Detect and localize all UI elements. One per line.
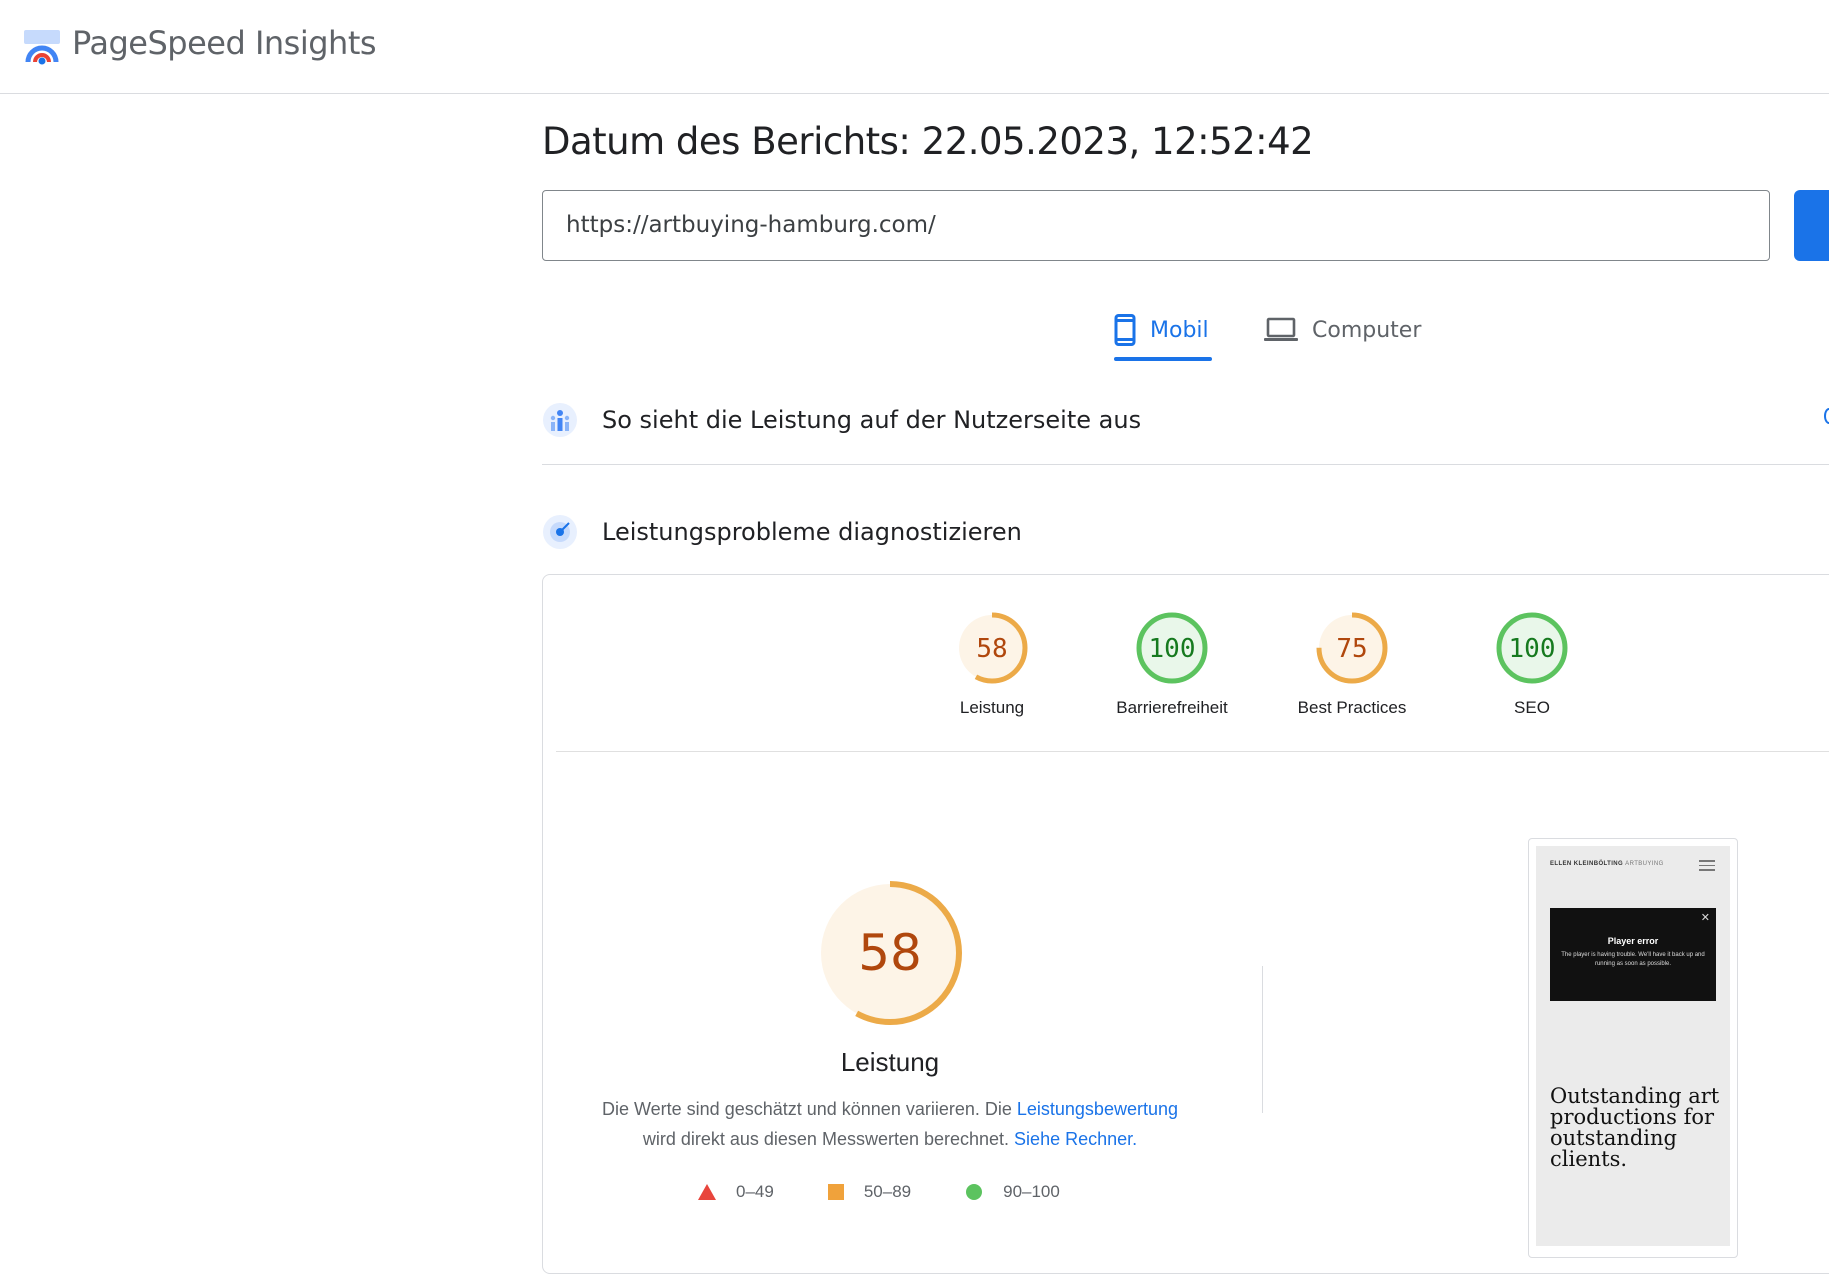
tab-computer[interactable]: Computer xyxy=(1264,306,1421,354)
score-label: Leistung xyxy=(959,698,1025,717)
report-date: Datum des Berichts: 22.05.2023, 12:52:42 xyxy=(542,120,1314,163)
divider xyxy=(1262,966,1263,1113)
score-value: 58 xyxy=(976,634,1007,664)
gauge-ring: 100 xyxy=(1136,612,1208,684)
performance-score-value: 58 xyxy=(858,924,922,982)
section-field-data[interactable]: So sieht die Leistung auf der Nutzerseit… xyxy=(542,390,1829,450)
section-diagnose[interactable]: Leistungsprobleme diagnostizieren xyxy=(542,502,1829,562)
pagespeed-logo-icon[interactable] xyxy=(22,28,62,68)
brand-light: ARTBUYING xyxy=(1625,861,1664,867)
close-icon: ✕ xyxy=(1700,912,1710,924)
score-value: 100 xyxy=(1509,634,1556,664)
score-gauge-best-practices[interactable]: 75 Best Practices xyxy=(1272,610,1432,718)
gauge-ring: 58 xyxy=(956,612,1028,684)
smartphone-icon xyxy=(1114,314,1136,346)
lab-target-icon xyxy=(543,515,577,549)
divider xyxy=(542,464,1829,465)
legend-item-pass: 90–100 xyxy=(965,1182,1060,1202)
scoring-link[interactable]: Leistungsbewertung xyxy=(1017,1099,1178,1119)
info-icon[interactable] xyxy=(1824,408,1829,424)
legend-item-fail: 0–49 xyxy=(698,1182,774,1202)
page-screenshot[interactable]: ELLEN KLEINBÖLTING ARTBUYING ✕ Player er… xyxy=(1536,846,1730,1246)
score-gauge-accessibility[interactable]: 100 Barrierefreiheit xyxy=(1092,610,1252,718)
app-title[interactable]: PageSpeed Insights xyxy=(72,24,377,62)
score-label: Barrierefreiheit xyxy=(1116,698,1228,717)
laptop-icon xyxy=(1264,317,1298,341)
tab-computer-label: Computer xyxy=(1312,317,1422,343)
video-player: ✕ Player error The player is having trou… xyxy=(1550,908,1716,1001)
top-bar: PageSpeed Insights xyxy=(0,0,1829,94)
url-input[interactable]: https://artbuying-hamburg.com/ xyxy=(542,190,1770,261)
performance-description: Die Werte sind geschätzt und können vari… xyxy=(580,1094,1200,1154)
tab-mobile[interactable]: Mobil xyxy=(1114,306,1209,354)
analyze-button[interactable] xyxy=(1794,190,1829,261)
player-error-message: The player is having trouble. We'll have… xyxy=(1561,952,1705,967)
section-diagnose-title: Leistungsprobleme diagnostizieren xyxy=(602,518,1022,546)
performance-title: Leistung xyxy=(840,1047,940,1077)
triangle-icon xyxy=(698,1184,716,1200)
legend-range: 50–89 xyxy=(863,1182,912,1201)
legend-range: 0–49 xyxy=(736,1182,774,1201)
desc-text: wird direkt aus diesen Messwerten berech… xyxy=(642,1129,1015,1149)
brand-bold: ELLEN KLEINBÖLTING xyxy=(1550,861,1624,867)
square-icon xyxy=(827,1184,844,1200)
tab-mobile-label: Mobil xyxy=(1150,317,1209,343)
gauge-ring: 75 xyxy=(1316,612,1388,684)
score-label: Best Practices xyxy=(1297,698,1407,717)
score-gauge-seo[interactable]: 100 SEO xyxy=(1452,610,1612,718)
score-value: 100 xyxy=(1149,634,1196,664)
legend-item-average: 50–89 xyxy=(827,1182,912,1202)
active-tab-indicator xyxy=(1114,357,1212,361)
calculator-link[interactable]: Siehe Rechner. xyxy=(1014,1129,1137,1149)
circle-icon xyxy=(966,1184,983,1200)
screenshot-brand: ELLEN KLEINBÖLTING ARTBUYING xyxy=(1550,861,1664,867)
gauge-ring: 100 xyxy=(1496,612,1568,684)
hamburger-menu-icon xyxy=(1699,860,1715,874)
score-gauge-performance[interactable]: 58 Leistung xyxy=(912,610,1072,718)
divider xyxy=(556,751,1829,752)
people-chart-icon xyxy=(543,403,577,437)
section-field-data-title: So sieht die Leistung auf der Nutzerseit… xyxy=(602,406,1142,434)
legend-range: 90–100 xyxy=(1003,1182,1060,1201)
score-label: SEO xyxy=(1514,698,1550,717)
desc-text: Die Werte sind geschätzt und können vari… xyxy=(601,1099,1017,1119)
score-legend: 0–49 50–89 90–100 xyxy=(698,1182,1114,1202)
screenshot-headline: Outstanding art productions for outstand… xyxy=(1550,1084,1720,1171)
player-error-title: Player error xyxy=(1607,936,1659,946)
score-value: 75 xyxy=(1336,634,1367,664)
performance-score-gauge: 58 xyxy=(818,881,962,1025)
